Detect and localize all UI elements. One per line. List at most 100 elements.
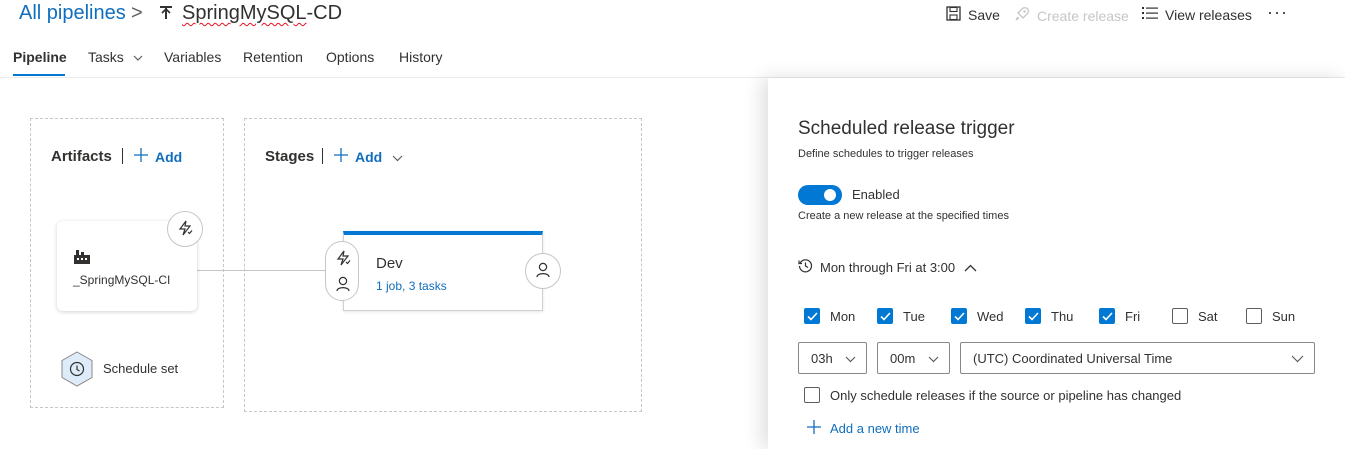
- create-release-button[interactable]: Create release: [1014, 6, 1129, 25]
- chevron-down-icon: [845, 351, 856, 366]
- page-title-suffix: -CD: [306, 2, 343, 24]
- add-artifact-button[interactable]: Add: [133, 147, 182, 166]
- day-label: Tue: [903, 308, 925, 324]
- hour-value: 03h: [811, 350, 833, 366]
- stages-title: Stages: [265, 148, 315, 165]
- save-button[interactable]: Save: [946, 6, 1000, 24]
- artifacts-title: Artifacts: [51, 148, 112, 165]
- enabled-label: Enabled: [852, 187, 900, 202]
- tab-pipeline[interactable]: Pipeline: [13, 49, 67, 65]
- chevron-down-icon: [1291, 351, 1304, 366]
- pipeline-tabs: Pipeline Tasks Variables Retention Optio…: [0, 40, 1345, 78]
- more-actions-button[interactable]: ···: [1267, 2, 1288, 23]
- chevron-up-icon: [964, 260, 977, 275]
- add-new-time-label: Add a new time: [830, 421, 920, 436]
- lightning-icon: [177, 220, 193, 239]
- checkbox-checked: [1099, 308, 1115, 324]
- add-new-time-button[interactable]: Add a new time: [806, 419, 920, 438]
- tab-variables[interactable]: Variables: [164, 49, 221, 65]
- day-label: Fri: [1125, 308, 1141, 324]
- day-checkbox-sun[interactable]: Sun: [1246, 308, 1295, 324]
- tab-options[interactable]: Options: [326, 49, 374, 65]
- save-label: Save: [968, 7, 1000, 23]
- list-icon: [1142, 6, 1158, 23]
- artifacts-divider: [122, 148, 123, 164]
- history-icon: [798, 258, 813, 276]
- toggle-knob: [824, 189, 836, 201]
- tab-retention[interactable]: Retention: [243, 49, 303, 65]
- schedule-summary: Mon through Fri at 3:00: [820, 259, 956, 275]
- day-label: Mon: [830, 308, 856, 324]
- day-label: Sat: [1198, 308, 1218, 324]
- tab-history[interactable]: History: [399, 49, 443, 65]
- artifact-name: _SpringMySQL-CI: [73, 273, 171, 287]
- active-tab-indicator: [13, 74, 65, 76]
- person-icon: [536, 262, 550, 281]
- view-releases-button[interactable]: View releases: [1142, 6, 1252, 23]
- continuous-deployment-trigger-button[interactable]: [167, 211, 203, 247]
- schedule-set-label: Schedule set: [103, 361, 179, 376]
- build-artifact-icon: [73, 247, 91, 268]
- panel-title: Scheduled release trigger: [798, 118, 1015, 139]
- page-title: SpringMySQL-CD: [182, 2, 342, 25]
- schedule-summary-toggle[interactable]: Mon through Fri at 3:00: [798, 258, 977, 276]
- add-stage-button[interactable]: Add: [333, 147, 403, 166]
- rocket-icon: [1014, 6, 1030, 25]
- release-pipeline-icon: [158, 5, 174, 24]
- page-title-main: SpringMySQL: [182, 2, 307, 24]
- day-checkbox-wed[interactable]: Wed: [951, 308, 1004, 324]
- view-releases-label: View releases: [1165, 6, 1252, 23]
- breadcrumb-all-pipelines[interactable]: All pipelines: [19, 2, 126, 25]
- chevron-down-icon: [928, 351, 939, 366]
- hour-select[interactable]: 03h: [798, 342, 867, 374]
- only-if-changed-label: Only schedule releases if the source or …: [830, 387, 1182, 403]
- stage-card-dev[interactable]: Dev 1 job, 3 tasks: [343, 231, 543, 311]
- pre-deployment-conditions[interactable]: [325, 241, 359, 301]
- timezone-value: (UTC) Coordinated Universal Time: [973, 350, 1173, 366]
- breadcrumb-separator: >: [131, 2, 143, 24]
- day-checkbox-fri[interactable]: Fri: [1099, 308, 1140, 324]
- day-checkbox-thu[interactable]: Thu: [1025, 308, 1073, 324]
- checkbox-checked: [804, 308, 820, 324]
- chevron-down-icon: [133, 49, 143, 65]
- plus-icon: [133, 147, 149, 166]
- stages-divider: [322, 148, 323, 164]
- only-if-changed-checkbox[interactable]: Only schedule releases if the source or …: [804, 387, 1181, 403]
- tab-tasks-label: Tasks: [88, 49, 124, 65]
- schedule-trigger-button[interactable]: [60, 351, 94, 390]
- artifact-stage-connector: [197, 270, 327, 271]
- post-deployment-conditions[interactable]: [525, 253, 561, 289]
- checkbox-checked: [1025, 308, 1041, 324]
- minute-select[interactable]: 00m: [877, 342, 950, 374]
- tab-tasks[interactable]: Tasks: [88, 49, 143, 65]
- day-label: Sun: [1272, 308, 1296, 324]
- add-artifact-label: Add: [155, 148, 183, 165]
- stage-jobs-link[interactable]: 1 job, 3 tasks: [376, 279, 447, 293]
- enabled-toggle[interactable]: [798, 185, 842, 205]
- lightning-icon: [335, 250, 351, 269]
- plus-icon: [806, 419, 822, 438]
- chevron-down-icon: [392, 149, 403, 165]
- day-checkbox-mon[interactable]: Mon: [804, 308, 855, 324]
- person-icon: [336, 276, 350, 295]
- scheduled-trigger-panel: Scheduled release trigger Define schedul…: [768, 78, 1345, 449]
- timezone-select[interactable]: (UTC) Coordinated Universal Time: [960, 342, 1315, 374]
- day-checkbox-sat[interactable]: Sat: [1172, 308, 1218, 324]
- day-checkbox-tue[interactable]: Tue: [877, 308, 925, 324]
- checkbox-checked: [877, 308, 893, 324]
- checkbox-unchecked: [1246, 308, 1262, 324]
- checkbox-unchecked: [1172, 308, 1188, 324]
- checkbox-unchecked: [804, 387, 820, 403]
- day-label: Thu: [1051, 308, 1074, 324]
- add-stage-label: Add: [355, 148, 383, 165]
- plus-icon: [333, 147, 349, 166]
- day-label: Wed: [977, 308, 1004, 324]
- panel-subtitle: Define schedules to trigger releases: [798, 148, 974, 160]
- stage-name: Dev: [376, 255, 403, 272]
- create-release-label: Create release: [1037, 7, 1129, 24]
- save-icon: [946, 6, 961, 24]
- minute-value: 00m: [890, 350, 916, 366]
- toggle-description: Create a new release at the specified ti…: [798, 210, 1009, 222]
- top-bar: All pipelines > SpringMySQL-CD Save Crea…: [0, 0, 1345, 30]
- checkbox-checked: [951, 308, 967, 324]
